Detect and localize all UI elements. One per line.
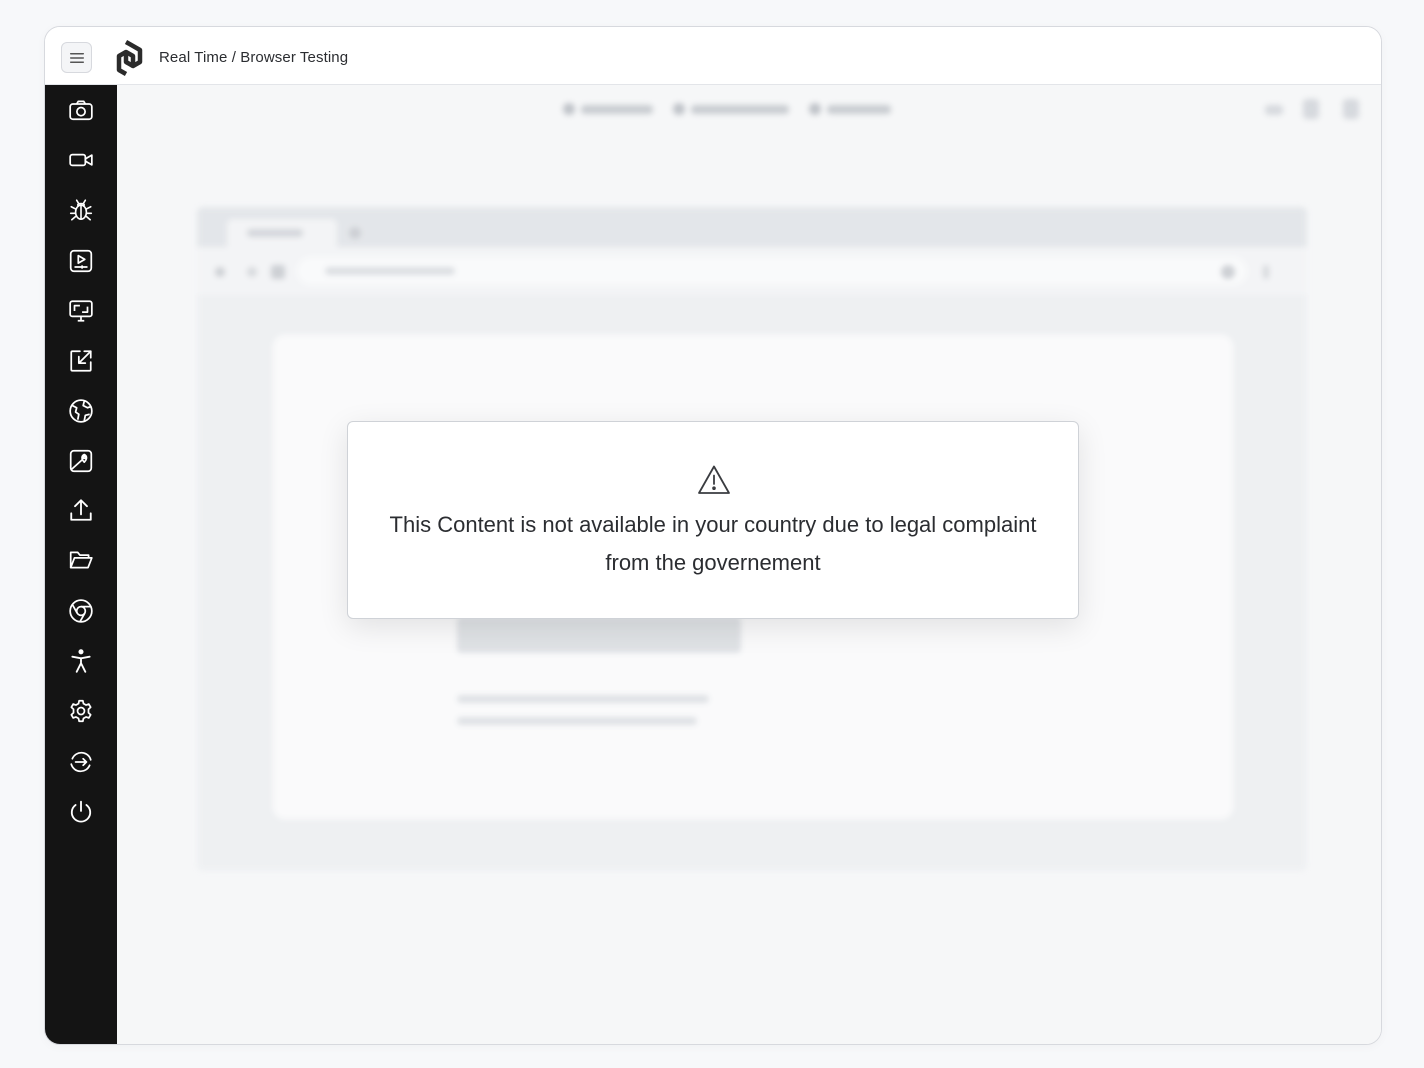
accessibility-icon: [71, 649, 91, 673]
toolbar-placeholder: [1265, 105, 1283, 115]
sidebar-item-browser[interactable]: [67, 597, 95, 625]
placeholder-line: [457, 717, 697, 725]
sidebar-item-resolution[interactable]: [67, 297, 95, 325]
browser-addressbar: [197, 247, 1307, 295]
power-icon: [70, 800, 92, 823]
top-bar: Real Time / Browser Testing: [45, 27, 1381, 85]
sidebar-item-tunnel[interactable]: [67, 397, 95, 425]
sidebar-item-mark-bug[interactable]: [67, 196, 95, 224]
sidebar-item-upload[interactable]: [67, 496, 95, 524]
sidebar-item-switch-session[interactable]: [67, 748, 95, 776]
modal-message: This Content is not available in your co…: [389, 512, 1037, 575]
video-icon: [69, 153, 93, 167]
settings-icon: [70, 699, 92, 723]
upload-icon: [70, 499, 92, 521]
geo-restriction-modal: This Content is not available in your co…: [347, 421, 1079, 619]
globe-icon: [69, 399, 93, 423]
browser-tab: [227, 219, 337, 247]
browser-tabstrip: [197, 207, 1307, 247]
status-item: [809, 101, 891, 117]
menu-button[interactable]: [61, 42, 92, 73]
lambdatest-logo-icon: [116, 40, 143, 76]
app-window: Real Time / Browser Testing This Content…: [44, 26, 1382, 1045]
bug-icon: [69, 199, 93, 221]
toolbar-placeholder: [1303, 99, 1319, 119]
toolbar-placeholder: [1343, 99, 1359, 119]
status-item: [673, 101, 789, 117]
sidebar-item-record-video[interactable]: [67, 146, 95, 174]
placeholder-block: [457, 617, 741, 653]
sidebar-item-accessibility[interactable]: [67, 647, 95, 675]
placeholder-line: [457, 695, 709, 703]
hamburger-icon: [69, 52, 84, 63]
sidebar-item-geolocation[interactable]: [67, 447, 95, 475]
sidebar-item-screenshot[interactable]: [67, 96, 95, 124]
main-area: This Content is not available in your co…: [117, 85, 1381, 1044]
sidebar: [45, 85, 117, 1044]
browser-url-bar: [297, 257, 1247, 285]
sidebar-item-resize[interactable]: [67, 347, 95, 375]
sidebar-item-files[interactable]: [67, 546, 95, 574]
play-recording-icon: [69, 249, 93, 273]
sidebar-item-end-session[interactable]: [67, 798, 95, 826]
camera-icon: [69, 100, 93, 121]
switch-session-icon: [70, 751, 92, 773]
sidebar-item-recorded-sessions[interactable]: [67, 247, 95, 275]
chrome-icon: [69, 599, 93, 623]
screen-resolution-icon: [69, 300, 93, 322]
sidebar-item-settings[interactable]: [67, 697, 95, 725]
folder-icon: [69, 551, 93, 569]
warning-icon: [698, 465, 730, 494]
status-item: [563, 101, 653, 117]
geolocation-icon: [69, 449, 93, 473]
page-title: Real Time / Browser Testing: [159, 49, 349, 66]
resize-arrow-icon: [70, 350, 92, 372]
